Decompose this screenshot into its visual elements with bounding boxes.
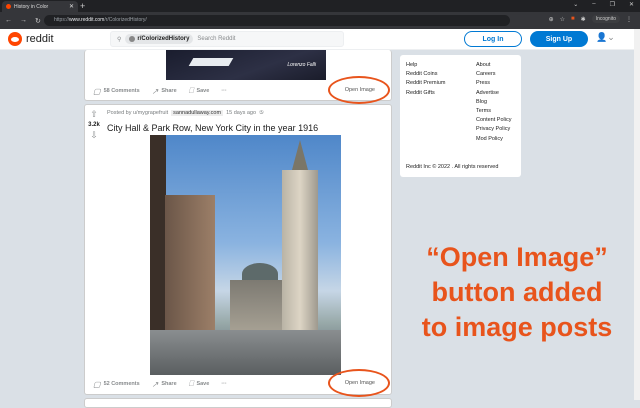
- downvote-icon[interactable]: ⇩: [90, 130, 98, 141]
- save-label: Save: [196, 381, 210, 387]
- posted-by[interactable]: Posted by u/mygrapefruit: [107, 110, 168, 116]
- comment-icon: ▢: [93, 379, 101, 389]
- comment-icon: ▢: [93, 86, 101, 96]
- footer-links-card: Help Reddit Coins Reddit Premium Reddit …: [400, 55, 521, 177]
- search-input[interactable]: ⚲ r/ColorizedHistory Search Reddit: [110, 31, 344, 47]
- share-button[interactable]: ↗ Share: [152, 87, 177, 96]
- url-prefix: https://: [54, 17, 70, 23]
- bookmark-icon: ⎕: [188, 86, 194, 95]
- signup-button[interactable]: Sign Up: [530, 31, 588, 47]
- save-label: Save: [196, 88, 210, 94]
- new-tab-button[interactable]: +: [80, 1, 85, 11]
- footer-link-gifts[interactable]: Reddit Gifts: [406, 90, 445, 96]
- tab-title: History in Color: [14, 3, 49, 10]
- community-name: r/ColorizedHistory: [137, 36, 190, 42]
- annotation-line: to image posts: [421, 312, 613, 342]
- more-button[interactable]: ···: [221, 88, 227, 94]
- close-tab-icon[interactable]: ✕: [69, 3, 74, 10]
- more-button[interactable]: ···: [221, 381, 227, 387]
- login-button[interactable]: Log In: [464, 31, 522, 47]
- share-icon: ↗: [151, 379, 159, 389]
- comments-label: 52 Comments: [103, 381, 140, 387]
- comments-label: 58 Comments: [103, 88, 140, 94]
- comments-button[interactable]: ▢ 52 Comments: [93, 380, 140, 389]
- footer-link-press[interactable]: Press: [476, 80, 511, 86]
- zoom-icon[interactable]: ⊕: [549, 16, 554, 23]
- comments-button[interactable]: ▢ 58 Comments: [93, 87, 140, 96]
- logo-text: reddit: [26, 33, 54, 45]
- back-icon[interactable]: ←: [5, 17, 12, 25]
- award-icon: ⑤: [259, 110, 264, 116]
- search-placeholder: Search Reddit: [197, 36, 236, 42]
- address-bar-row: ←→↻⌂ https://www.reddit.com/r/ColorizedH…: [0, 12, 640, 29]
- footer-link-privacy-policy[interactable]: Privacy Policy: [476, 126, 511, 132]
- snoo-icon: [8, 32, 22, 46]
- post-card[interactable]: ⇧ 3.2k ⇩ Posted by u/mygrapefruit sannadull…: [84, 104, 392, 395]
- reddit-header: reddit ⚲ r/ColorizedHistory Search Reddit …: [0, 29, 640, 50]
- share-label: Share: [161, 381, 177, 387]
- footer-link-careers[interactable]: Careers: [476, 71, 511, 77]
- highlight-circle: [328, 76, 390, 104]
- post-image[interactable]: [150, 135, 341, 375]
- annotation-line: button added: [431, 277, 603, 307]
- annotation-text: “Open Image” button added to image posts: [412, 240, 622, 345]
- maximize-button[interactable]: ❐: [610, 1, 615, 8]
- search-icon: ⚲: [117, 36, 122, 43]
- minimize-button[interactable]: –: [592, 1, 595, 8]
- forward-icon[interactable]: →: [20, 17, 27, 25]
- close-window-button[interactable]: ✕: [629, 1, 634, 8]
- scrollbar[interactable]: [634, 29, 640, 400]
- footer-link-terms[interactable]: Terms: [476, 108, 511, 114]
- browser-tab[interactable]: History in Color ✕: [2, 1, 78, 12]
- save-button[interactable]: ⎕ Save: [189, 379, 210, 389]
- footer-link-mod-policy[interactable]: Mod Policy: [476, 136, 511, 142]
- post-domain[interactable]: sannadullaway.com: [171, 110, 224, 116]
- footer-link-content-policy[interactable]: Content Policy: [476, 117, 511, 123]
- footer-link-premium[interactable]: Reddit Premium: [406, 80, 445, 86]
- url-path: /r/ColorizedHistory/: [104, 17, 147, 23]
- share-button[interactable]: ↗ Share: [152, 380, 177, 389]
- reload-icon[interactable]: ↻: [35, 17, 41, 25]
- star-icon[interactable]: ☆: [560, 16, 565, 23]
- share-label: Share: [161, 88, 177, 94]
- score: 3.2k: [88, 122, 100, 128]
- copyright: Reddit Inc © 2022 . All rights reserved: [406, 164, 499, 170]
- footer-link-coins[interactable]: Reddit Coins: [406, 71, 445, 77]
- url-domain: www.reddit.com: [69, 17, 105, 23]
- user-menu-icon[interactable]: 👤⌄: [596, 32, 615, 43]
- post-image[interactable]: Lorenzo Falli: [166, 50, 326, 80]
- footer-link-advertise[interactable]: Advertise: [476, 90, 511, 96]
- footer-link-help[interactable]: Help: [406, 62, 445, 68]
- url-field[interactable]: https://www.reddit.com/r/ColorizedHistor…: [44, 15, 510, 26]
- bookmark-icon: ⎕: [188, 379, 194, 388]
- signature: Lorenzo Falli: [287, 62, 316, 68]
- tab-search-icon[interactable]: ⌄: [573, 1, 578, 8]
- annotation-line: “Open Image”: [426, 242, 608, 272]
- tab-bar: History in Color ✕ + ⌄ – ❐ ✕: [0, 0, 640, 12]
- footer-link-about[interactable]: About: [476, 62, 511, 68]
- footer-link-blog[interactable]: Blog: [476, 99, 511, 105]
- reddit-favicon-icon: [6, 4, 11, 9]
- share-icon: ↗: [151, 86, 159, 96]
- extension-icon[interactable]: ■: [571, 16, 575, 22]
- upvote-icon[interactable]: ⇧: [90, 109, 98, 120]
- community-icon: [129, 36, 136, 42]
- highlight-circle: [328, 369, 390, 397]
- reddit-logo[interactable]: reddit: [8, 32, 54, 46]
- incognito-badge[interactable]: Incognito: [591, 15, 620, 23]
- post-title[interactable]: City Hall & Park Row, New York City in t…: [107, 123, 318, 133]
- save-button[interactable]: ⎕ Save: [189, 86, 210, 96]
- community-chip[interactable]: r/ColorizedHistory: [125, 34, 194, 44]
- puzzle-icon[interactable]: ✱: [581, 16, 586, 23]
- post-age: 15 days ago: [226, 110, 257, 116]
- menu-icon[interactable]: ⋮: [626, 16, 632, 23]
